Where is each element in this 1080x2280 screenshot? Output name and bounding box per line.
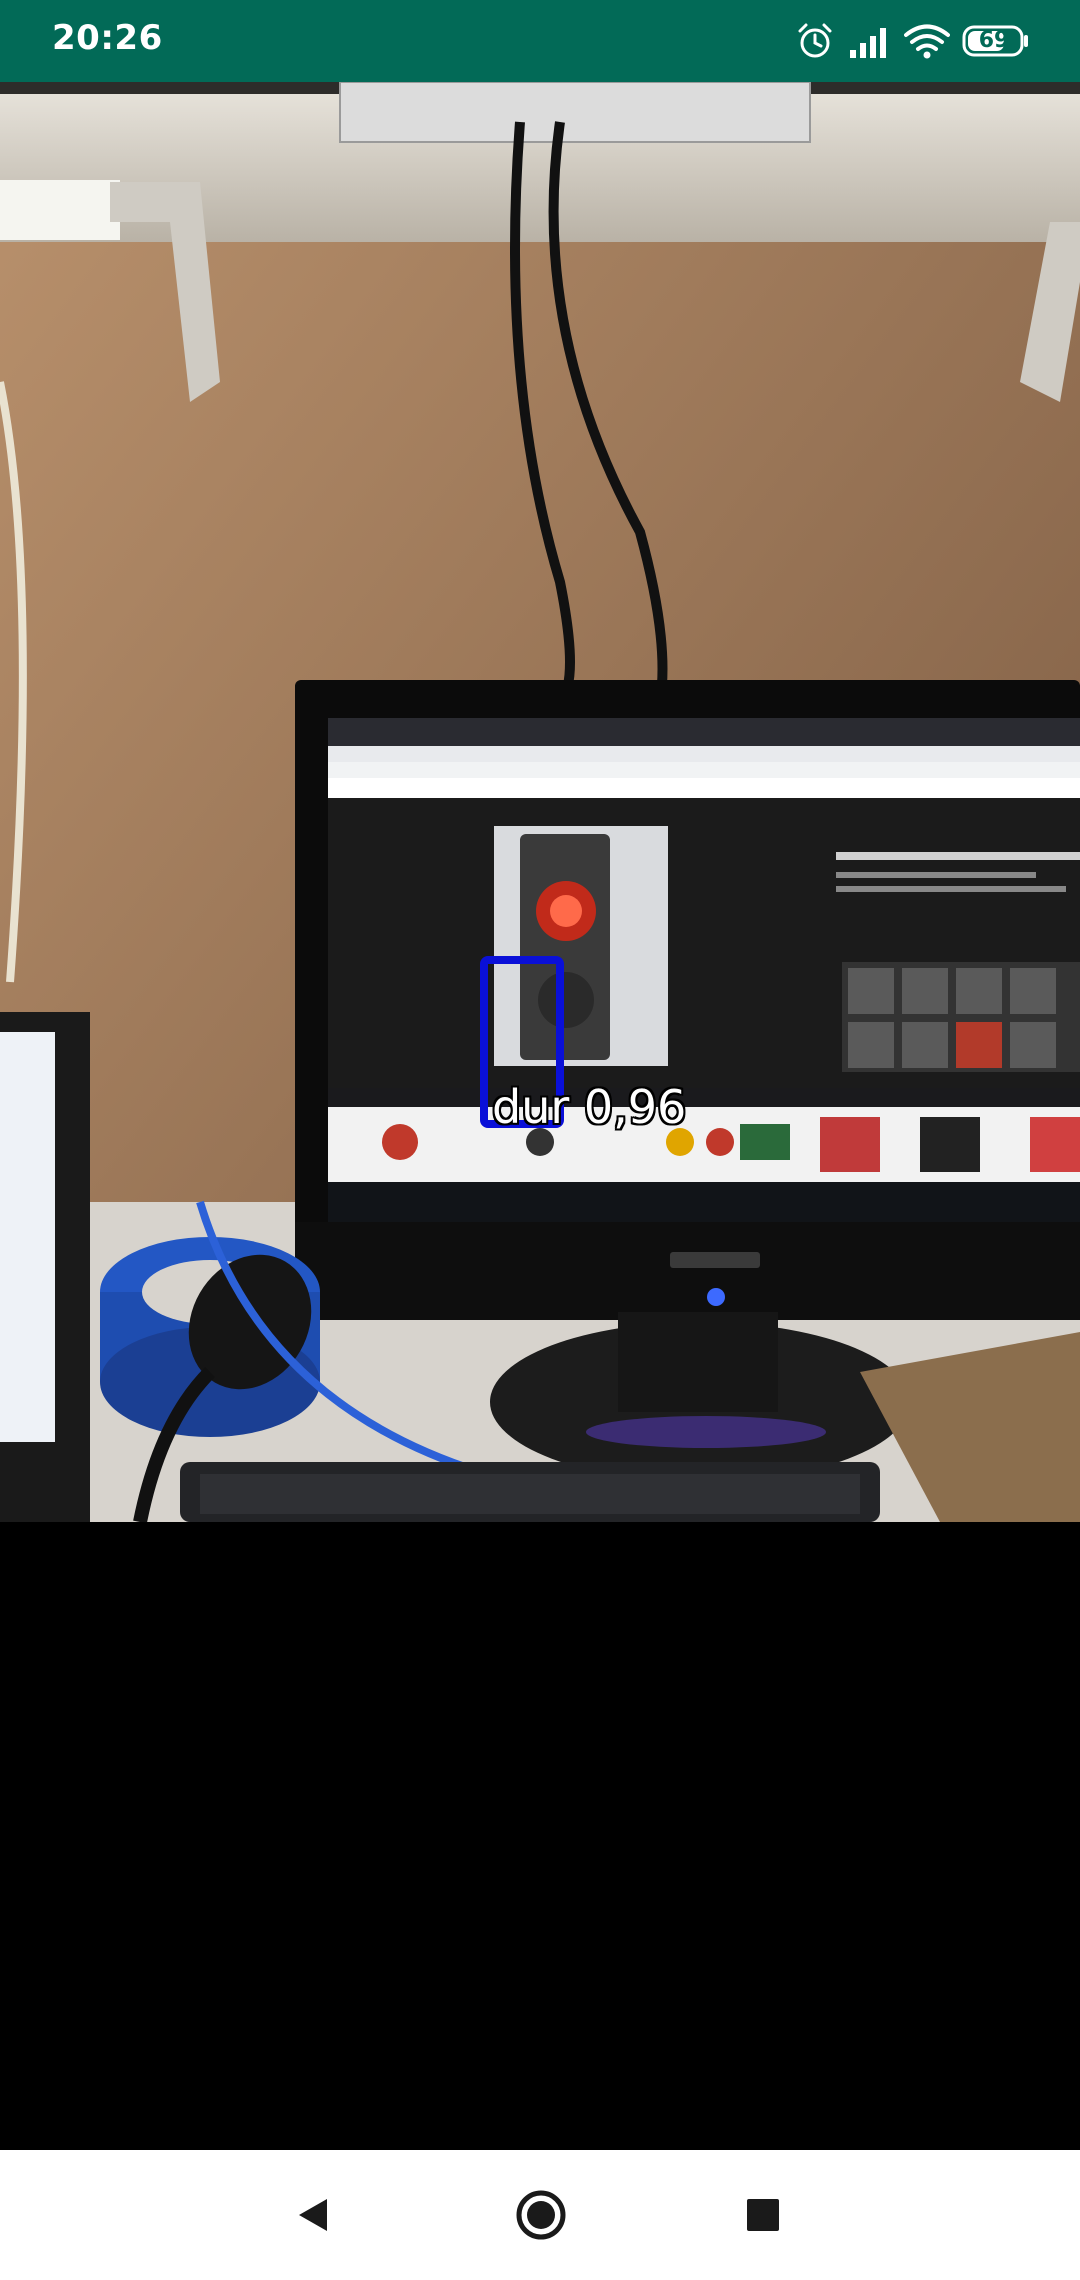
status-bar: 20:26 69 [0, 0, 1080, 82]
empty-area [0, 1522, 1080, 2150]
recents-button[interactable] [728, 2180, 798, 2250]
detection-label: dur 0,96 [492, 1080, 687, 1134]
camera-scene-image [0, 82, 1080, 1522]
home-icon [516, 2190, 566, 2240]
battery-level: 69 [978, 28, 1010, 53]
screen: 20:26 69 dur 0,96 [0, 0, 1080, 2280]
alarm-icon [798, 23, 832, 58]
recents-icon [747, 2199, 779, 2231]
signal-icon [850, 28, 886, 58]
back-button[interactable] [278, 2180, 348, 2250]
camera-preview: dur 0,96 [0, 82, 1080, 1522]
status-time: 20:26 [52, 18, 163, 58]
wifi-icon [904, 24, 950, 59]
home-button[interactable] [506, 2180, 576, 2250]
back-icon [299, 2199, 327, 2231]
navigation-bar [0, 2150, 1080, 2280]
